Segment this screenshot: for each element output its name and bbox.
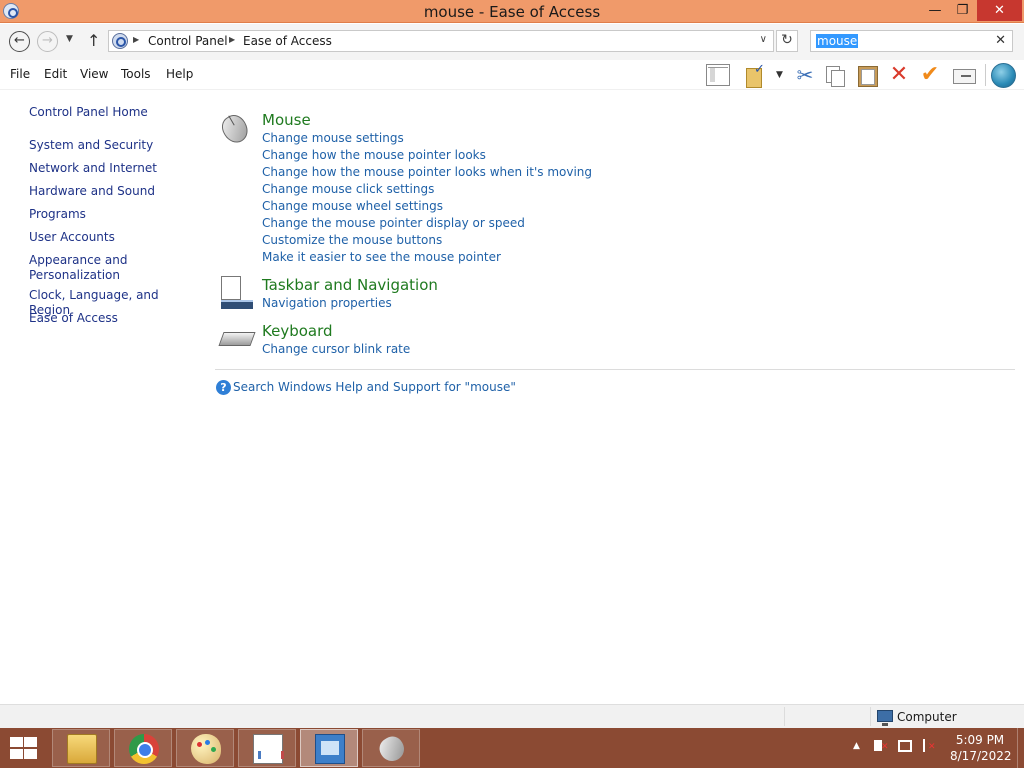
show-hidden-icons-button[interactable]: ▲ <box>853 741 860 751</box>
windows-logo-icon <box>10 737 23 747</box>
search-results: Mouse Change mouse settings Change how t… <box>215 91 1015 703</box>
folder-options-icon[interactable] <box>746 62 770 88</box>
windows-taskbar: ▲ 5:09 PM 8/17/2022 <box>0 728 1024 768</box>
nav-programs[interactable]: Programs <box>29 207 194 222</box>
menu-edit[interactable]: Edit <box>44 67 67 81</box>
forward-button[interactable]: → <box>37 31 58 52</box>
delete-icon[interactable]: ✕ <box>887 64 911 86</box>
windows-logo-icon <box>24 737 37 747</box>
menu-file[interactable]: File <box>10 67 30 81</box>
keyboard-icon <box>218 322 252 354</box>
mouse-icon <box>375 732 409 766</box>
windows-logo-icon <box>10 749 23 759</box>
menu-bar: File Edit View Tools Help ▼ ✂ ✕ ✔ <box>0 60 1024 90</box>
performance-monitor-icon <box>253 734 284 764</box>
taskbar-chrome[interactable] <box>114 729 172 767</box>
chrome-icon <box>129 734 159 764</box>
control-panel-icon <box>112 33 128 49</box>
globe-icon[interactable] <box>991 63 1016 88</box>
task-link[interactable]: Change the mouse pointer display or spee… <box>262 216 525 230</box>
taskbar-navigation-icon <box>218 276 253 309</box>
task-link[interactable]: Change mouse settings <box>262 131 404 145</box>
status-bar: Computer <box>0 704 1024 728</box>
nav-appearance-and-personalization[interactable]: Appearance and Personalization <box>29 253 144 283</box>
nav-user-accounts[interactable]: User Accounts <box>29 230 194 245</box>
clock-time[interactable]: 5:09 PM <box>950 733 1010 747</box>
breadcrumb-separator-icon[interactable]: ▶ <box>133 35 139 44</box>
status-divider <box>784 707 785 726</box>
back-button[interactable]: ← <box>9 31 30 52</box>
menu-help[interactable]: Help <box>166 67 193 81</box>
folder-options-dropdown-icon[interactable]: ▼ <box>776 70 783 80</box>
task-link[interactable]: Change mouse wheel settings <box>262 199 443 213</box>
group-title-taskbar-and-navigation[interactable]: Taskbar and Navigation <box>262 276 438 294</box>
task-link[interactable]: Make it easier to see the mouse pointer <box>262 250 501 264</box>
nav-control-panel-home[interactable]: Control Panel Home <box>29 105 194 120</box>
show-desktop-button[interactable] <box>1017 728 1024 768</box>
group-title-keyboard[interactable]: Keyboard <box>262 322 333 340</box>
breadcrumb-separator-icon[interactable]: ▶ <box>229 35 235 44</box>
help-icon: ? <box>216 380 231 395</box>
address-dropdown-icon[interactable]: ∨ <box>760 34 767 45</box>
minimize-button[interactable]: — <box>921 0 949 21</box>
taskbar-paint[interactable] <box>176 729 234 767</box>
left-navigation: Control Panel Home System and Security N… <box>0 91 200 703</box>
address-row: ← → ▼ ↑ ▶ Control Panel ▶ Ease of Access… <box>0 24 1024 60</box>
close-button[interactable]: ✕ <box>977 0 1022 21</box>
properties-icon[interactable] <box>952 64 976 86</box>
taskbar-mouse-properties[interactable] <box>362 729 420 767</box>
status-divider <box>870 707 871 726</box>
status-location: Computer <box>897 710 957 724</box>
help-search-link[interactable]: Search Windows Help and Support for "mou… <box>233 380 516 394</box>
group-title-mouse[interactable]: Mouse <box>262 111 311 129</box>
breadcrumb-ease-of-access[interactable]: Ease of Access <box>243 34 332 48</box>
volume-muted-icon[interactable] <box>874 740 889 752</box>
paint-icon <box>191 734 221 764</box>
nav-system-and-security[interactable]: System and Security <box>29 138 194 153</box>
menu-view[interactable]: View <box>80 67 108 81</box>
network-icon[interactable] <box>898 740 912 752</box>
computer-icon <box>877 710 893 726</box>
clock-date[interactable]: 8/17/2022 <box>950 749 1012 763</box>
window-title: mouse - Ease of Access <box>423 3 601 21</box>
task-link[interactable]: Change how the mouse pointer looks <box>262 148 486 162</box>
nav-hardware-and-sound[interactable]: Hardware and Sound <box>29 184 194 199</box>
control-panel-icon <box>315 734 345 764</box>
task-link[interactable]: Customize the mouse buttons <box>262 233 442 247</box>
breadcrumb-control-panel[interactable]: Control Panel <box>148 34 228 48</box>
task-link[interactable]: Navigation properties <box>262 296 392 310</box>
menu-tools[interactable]: Tools <box>121 67 151 81</box>
copy-icon[interactable] <box>823 64 847 87</box>
taskbar-performance-monitor[interactable] <box>238 729 296 767</box>
nav-ease-of-access[interactable]: Ease of Access <box>29 311 194 326</box>
taskbar-file-explorer[interactable] <box>52 729 110 767</box>
toolbar-divider <box>985 64 986 86</box>
cut-icon[interactable]: ✂ <box>793 64 817 86</box>
mouse-icon <box>218 111 252 143</box>
task-link[interactable]: Change how the mouse pointer looks when … <box>262 165 592 179</box>
results-divider <box>215 369 1015 370</box>
windows-logo-icon <box>24 749 37 759</box>
layout-pane-icon[interactable] <box>706 64 730 86</box>
search-input-value[interactable]: mouse <box>816 34 859 48</box>
task-link[interactable]: Change cursor blink rate <box>262 342 410 356</box>
address-bar[interactable]: ▶ Control Panel ▶ Ease of Access ∨ <box>108 30 774 52</box>
taskbar-control-panel[interactable] <box>300 729 358 767</box>
check-icon[interactable]: ✔ <box>918 64 942 86</box>
task-link[interactable]: Change mouse click settings <box>262 182 434 196</box>
paste-icon[interactable] <box>856 64 880 87</box>
title-bar: mouse - Ease of Access — ❐ ✕ <box>0 0 1024 23</box>
search-input[interactable]: mouse ✕ <box>810 30 1013 52</box>
up-button[interactable]: ↑ <box>87 31 100 50</box>
start-button[interactable] <box>8 737 38 759</box>
restore-button[interactable]: ❐ <box>949 0 976 21</box>
action-center-flag-icon[interactable] <box>923 739 936 752</box>
file-explorer-icon <box>67 734 97 764</box>
clear-search-icon[interactable]: ✕ <box>995 33 1006 48</box>
nav-network-and-internet[interactable]: Network and Internet <box>29 161 194 176</box>
refresh-button[interactable]: ↻ <box>776 30 798 52</box>
recent-locations-dropdown[interactable]: ▼ <box>66 34 73 44</box>
